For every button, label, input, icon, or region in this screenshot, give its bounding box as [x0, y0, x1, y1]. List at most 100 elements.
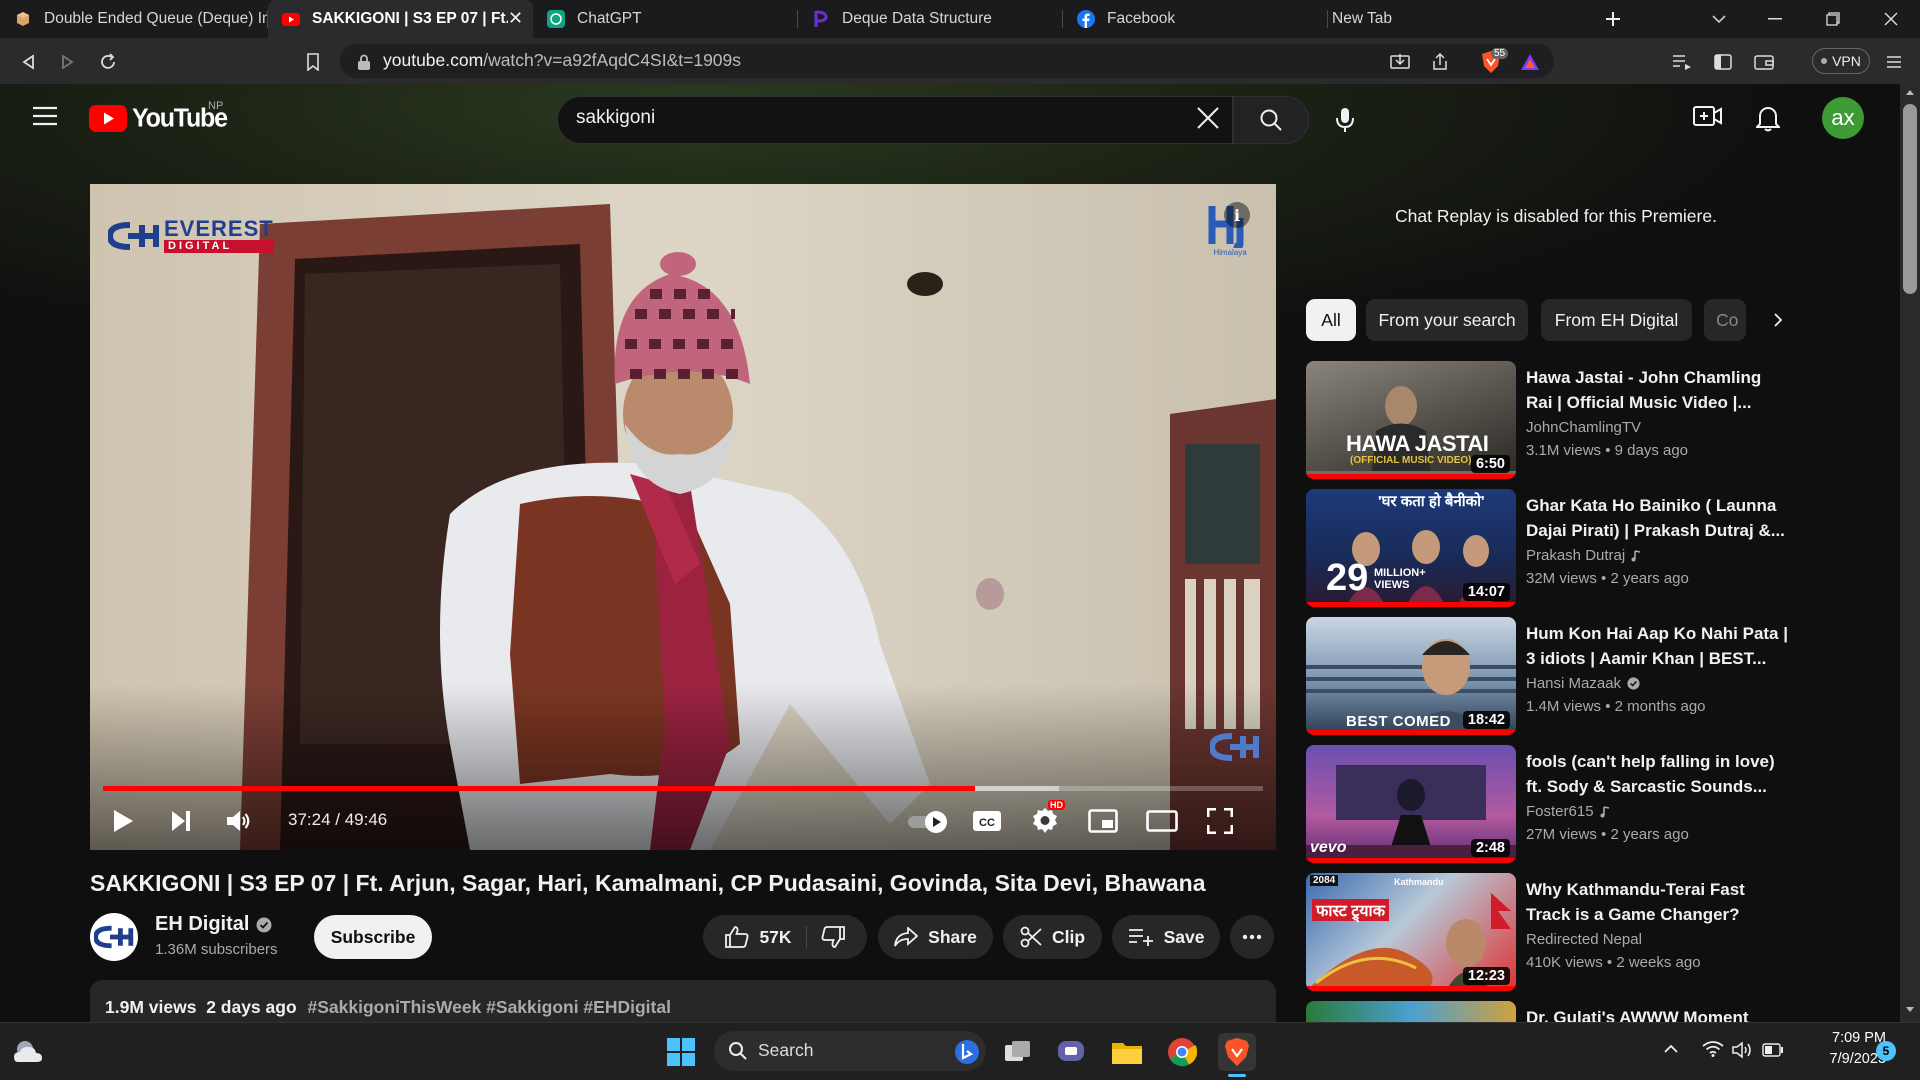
play-button[interactable] [108, 806, 138, 836]
recommendation-channel[interactable]: Redirected Nepal [1526, 931, 1642, 948]
tab-new-tab[interactable]: New Tab [1318, 0, 1586, 38]
brave-shields-icon[interactable]: 55 [1477, 48, 1509, 74]
tab-deque-programiz[interactable]: Deque Data Structure [798, 0, 1063, 38]
video-thumbnail[interactable] [1306, 1001, 1516, 1022]
share-button[interactable]: Share [878, 915, 993, 959]
new-tab-button[interactable] [1586, 0, 1640, 38]
playlist-icon[interactable] [1670, 50, 1694, 74]
voice-search-button[interactable] [1321, 96, 1369, 144]
list-item[interactable]: 'घर कता हो बैनीको' 29 MILLION+ VIEWS 14:… [1306, 489, 1786, 607]
tab-deque-geeks[interactable]: Double Ended Queue (Deque) In [0, 0, 268, 38]
show-hidden-icons-chevron-icon[interactable] [1664, 1044, 1678, 1054]
minimize-button[interactable] [1748, 0, 1802, 38]
list-item[interactable]: vevo 2:48 fools (can't help falling in l… [1306, 745, 1786, 863]
teams-chat-button[interactable] [1052, 1033, 1090, 1071]
notification-badge[interactable]: 5 [1876, 1041, 1896, 1061]
chip-from-your-search[interactable]: From your search [1366, 299, 1528, 341]
video-thumbnail[interactable]: BEST COMED 18:42 [1306, 617, 1516, 735]
channel-name[interactable]: EH Digital [155, 913, 272, 936]
start-button[interactable] [662, 1033, 700, 1071]
reload-icon[interactable] [96, 50, 120, 74]
brave-rewards-icon[interactable] [1518, 50, 1542, 74]
restore-button[interactable] [1806, 0, 1860, 38]
youtube-logo[interactable]: YouTube [89, 103, 228, 133]
subscribe-button[interactable]: Subscribe [314, 915, 432, 959]
recommendation-title[interactable]: Why Kathmandu-Terai Fast Track is a Game… [1526, 877, 1788, 927]
recommendation-channel[interactable]: Prakash Dutraj [1526, 547, 1641, 564]
scroll-up-icon[interactable] [1905, 88, 1915, 96]
fullscreen-button[interactable] [1204, 806, 1236, 836]
close-window-button[interactable] [1864, 0, 1918, 38]
guide-menu-icon[interactable] [32, 106, 58, 126]
list-item[interactable]: 2084 Kathmandu फास्ट ट्र्याक 12:23 Why K… [1306, 873, 1786, 991]
recommendation-title[interactable]: Hawa Jastai - John Chamling Rai | Offici… [1526, 365, 1788, 415]
video-thumbnail[interactable]: vevo 2:48 [1306, 745, 1516, 863]
hashtags[interactable]: #SakkigoniThisWeek #Sakkigoni #EHDigital [308, 997, 671, 1017]
tab-close-icon[interactable]: ✕ [508, 8, 523, 29]
tab-sakkigoni[interactable]: SAKKIGONI | S3 EP 07 | Ft. A [268, 0, 533, 38]
scrollbar-thumb[interactable] [1903, 104, 1917, 294]
chrome-button[interactable] [1163, 1033, 1201, 1071]
more-actions-button[interactable] [1230, 915, 1274, 959]
recommendation-title[interactable]: Hum Kon Hai Aap Ko Nahi Pata | 3 idiots … [1526, 621, 1788, 671]
tab-list-chevron-icon[interactable] [1692, 0, 1746, 38]
list-item[interactable]: Dr. Gulati's AWWW Moment [1306, 1001, 1786, 1022]
bookmark-icon[interactable] [301, 50, 325, 74]
video-thumbnail[interactable]: HAWA JASTAI (OFFICIAL MUSIC VIDEO) 6:50 [1306, 361, 1516, 479]
recommendation-title[interactable]: fools (can't help falling in love) ft. S… [1526, 749, 1788, 799]
speaker-icon[interactable] [1732, 1041, 1754, 1059]
battery-icon[interactable] [1762, 1043, 1784, 1057]
wifi-icon[interactable] [1702, 1041, 1724, 1057]
info-icon[interactable]: i [1224, 202, 1250, 228]
progress-bar[interactable] [103, 786, 1263, 791]
forward-icon[interactable] [56, 50, 80, 74]
search-button[interactable] [1233, 96, 1309, 144]
settings-button[interactable]: HD [1028, 800, 1065, 838]
video-thumbnail[interactable]: 2084 Kathmandu फास्ट ट्र्याक 12:23 [1306, 873, 1516, 991]
channel-avatar[interactable] [90, 913, 138, 961]
vpn-button[interactable]: VPN [1812, 48, 1870, 74]
install-app-icon[interactable] [1388, 50, 1412, 74]
tab-chatgpt[interactable]: ChatGPT [533, 0, 798, 38]
bing-icon[interactable] [954, 1038, 980, 1066]
taskbar-search[interactable] [714, 1031, 986, 1071]
taskbar-date[interactable]: 7/9/2023 [1796, 1051, 1886, 1067]
share-page-icon[interactable] [1428, 50, 1452, 74]
url-text[interactable]: youtube.com/watch?v=a92fAqdC4SI&t=1909s [383, 50, 741, 71]
list-item[interactable]: BEST COMED 18:42 Hum Kon Hai Aap Ko Nahi… [1306, 617, 1788, 735]
theater-mode-button[interactable] [1144, 806, 1180, 836]
miniplayer-button[interactable] [1086, 806, 1120, 836]
mute-button[interactable] [224, 806, 254, 836]
browser-menu-icon[interactable] [1882, 50, 1906, 74]
recommendation-title[interactable]: Ghar Kata Ho Bainiko ( Launna Dajai Pira… [1526, 493, 1788, 543]
like-button[interactable]: 57K [725, 926, 807, 948]
next-video-button[interactable] [166, 806, 196, 836]
chip-all[interactable]: All [1306, 299, 1356, 341]
create-video-icon[interactable] [1693, 104, 1723, 128]
task-view-button[interactable] [999, 1033, 1037, 1071]
taskbar-time[interactable]: 7:09 PM [1796, 1030, 1886, 1046]
dislike-button[interactable] [817, 926, 845, 948]
file-explorer-button[interactable] [1108, 1033, 1146, 1071]
sidebar-toggle-icon[interactable] [1711, 50, 1735, 74]
video-player[interactable]: EVEREST DIGITAL Himalaya i 37:24 / 49:46… [90, 184, 1276, 850]
search-input[interactable]: sakkigoni [576, 107, 655, 129]
recommendation-channel[interactable]: Hansi Mazaak [1526, 675, 1640, 692]
tab-facebook[interactable]: Facebook [1063, 0, 1328, 38]
clear-search-icon[interactable] [1196, 106, 1220, 130]
wallet-icon[interactable] [1752, 50, 1776, 74]
subtitles-button[interactable]: CC [970, 806, 1004, 836]
search-box[interactable] [557, 96, 1233, 144]
save-button[interactable]: Save [1112, 915, 1220, 959]
list-item[interactable]: HAWA JASTAI (OFFICIAL MUSIC VIDEO) 6:50 … [1306, 361, 1786, 479]
notifications-bell-icon[interactable] [1756, 104, 1780, 132]
recommendation-channel[interactable]: JohnChamlingTV [1526, 419, 1641, 436]
video-thumbnail[interactable]: 'घर कता हो बैनीको' 29 MILLION+ VIEWS 14:… [1306, 489, 1516, 607]
lock-icon[interactable] [352, 50, 376, 74]
recommendation-title[interactable]: Dr. Gulati's AWWW Moment [1526, 1005, 1786, 1022]
chips-next-button[interactable] [1756, 299, 1800, 341]
account-avatar[interactable]: ax [1822, 97, 1864, 139]
back-icon[interactable] [16, 50, 40, 74]
chip-from-eh-digital[interactable]: From EH Digital [1541, 299, 1692, 341]
weather-icon[interactable] [12, 1036, 44, 1066]
